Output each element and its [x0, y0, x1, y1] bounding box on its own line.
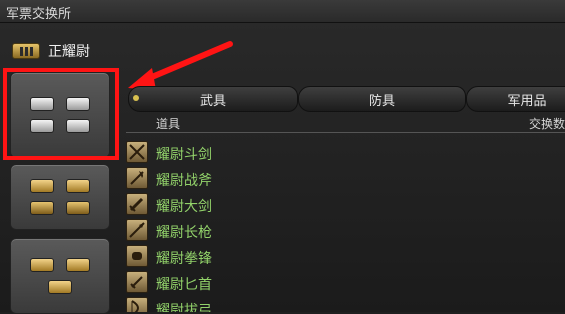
rank-chip-icon: [30, 258, 54, 272]
column-header-item: 道具: [156, 117, 181, 131]
window-titlebar[interactable]: 军票交换所: [0, 0, 565, 23]
rank-chip-icon: [48, 280, 72, 294]
window-title: 军票交换所: [6, 7, 72, 22]
header-divider: [126, 132, 565, 133]
rank-name: 正耀尉: [48, 44, 90, 60]
list-item[interactable]: 耀尉拔弓: [126, 296, 565, 312]
tab-supplies[interactable]: 军用品: [466, 86, 565, 112]
column-header-exchange: 交换数: [528, 117, 565, 131]
active-tab-dot-icon: [133, 95, 139, 101]
battle-axe-icon: [126, 167, 148, 189]
lance-icon: [126, 219, 148, 241]
list-item[interactable]: 耀尉匕首: [126, 270, 565, 296]
rank-chip-icon: [30, 201, 54, 215]
grand-company-exchange-window: 军票交换所 正耀尉 武具 防具 军用品 道具 交换数 耀尉斗剑 耀尉战斧 耀尉大…: [0, 0, 565, 314]
list-item[interactable]: 耀尉大剑: [126, 192, 565, 218]
rank-level-3-button[interactable]: [10, 238, 110, 314]
list-header: 道具 交换数: [126, 114, 565, 132]
list-item[interactable]: 耀尉战斧: [126, 166, 565, 192]
tab-armor[interactable]: 防具: [298, 86, 466, 112]
bow-icon: [126, 297, 148, 312]
knuckles-icon: [126, 245, 148, 267]
rank-chip-icon: [66, 201, 90, 215]
category-tabs: 武具 防具 军用品: [126, 86, 565, 112]
rank-chip-icon: [30, 179, 54, 193]
current-rank: 正耀尉: [12, 40, 90, 62]
rank-chip-icon: [66, 179, 90, 193]
crossed-swords-icon: [126, 141, 148, 163]
tab-weapons[interactable]: 武具: [128, 86, 298, 112]
list-item[interactable]: 耀尉斗剑: [126, 140, 565, 166]
greatsword-icon: [126, 193, 148, 215]
selection-highlight-box: [3, 68, 119, 160]
list-item[interactable]: 耀尉拳锋: [126, 244, 565, 270]
dagger-icon: [126, 271, 148, 293]
rank-insignia-icon: [12, 43, 40, 59]
rank-level-2-button[interactable]: [10, 164, 110, 230]
rank-chip-icon: [66, 258, 90, 272]
item-list: 耀尉斗剑 耀尉战斧 耀尉大剑 耀尉长枪 耀尉拳锋 耀尉匕首 耀尉拔弓: [126, 140, 565, 312]
list-item[interactable]: 耀尉长枪: [126, 218, 565, 244]
